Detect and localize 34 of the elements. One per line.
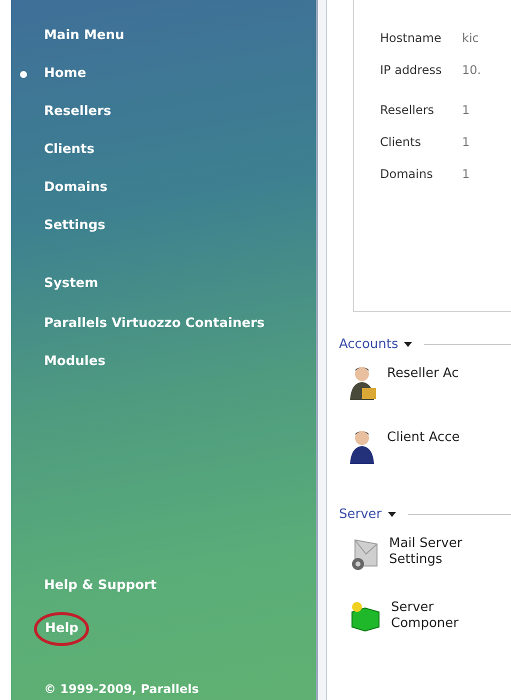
section-toggle[interactable]: Server	[339, 506, 382, 522]
menu-item[interactable]: Modules	[44, 350, 106, 374]
splitter-handle[interactable]	[316, 0, 327, 700]
info-label: Clients	[380, 135, 422, 149]
copyright-text: © 1999-2009, Parallels	[44, 682, 200, 698]
menu-heading: Help & Support	[44, 577, 157, 595]
tool-link[interactable]: Client Acce	[387, 430, 479, 446]
menu-item[interactable]: Settings	[44, 214, 106, 238]
menu-heading: Main Menu	[44, 27, 124, 45]
info-value: kic	[462, 31, 479, 45]
info-value: 10.	[462, 63, 482, 77]
caret-icon	[388, 512, 396, 516]
caret-icon	[404, 342, 412, 346]
menu-item[interactable]: Domains	[44, 176, 108, 200]
info-label: Domains	[380, 167, 434, 181]
info-label: Hostname	[380, 31, 442, 45]
person-icon	[349, 366, 377, 402]
box-icon	[349, 600, 381, 632]
info-value: 1	[462, 167, 470, 181]
info-label: Resellers	[380, 103, 436, 117]
menu-item[interactable]: Clients	[44, 138, 94, 162]
tool-link[interactable]: Server Componer	[391, 600, 483, 632]
info-label: IP address	[380, 63, 443, 77]
help-link[interactable]: Help	[34, 612, 90, 646]
menu-heading: System	[44, 275, 98, 293]
section-toggle[interactable]: Accounts	[339, 336, 398, 352]
tool-link[interactable]: Reseller Ac	[387, 366, 479, 382]
info-value: 1	[462, 135, 470, 149]
menu-item[interactable]: Resellers	[44, 100, 112, 124]
tool-link[interactable]: Mail Server Settings	[389, 536, 481, 568]
info-value: 1	[462, 103, 470, 117]
menu-item[interactable]: Home	[44, 62, 86, 86]
menu-item[interactable]: Parallels Virtuozzo Containers	[44, 312, 265, 336]
person-icon	[349, 430, 377, 466]
